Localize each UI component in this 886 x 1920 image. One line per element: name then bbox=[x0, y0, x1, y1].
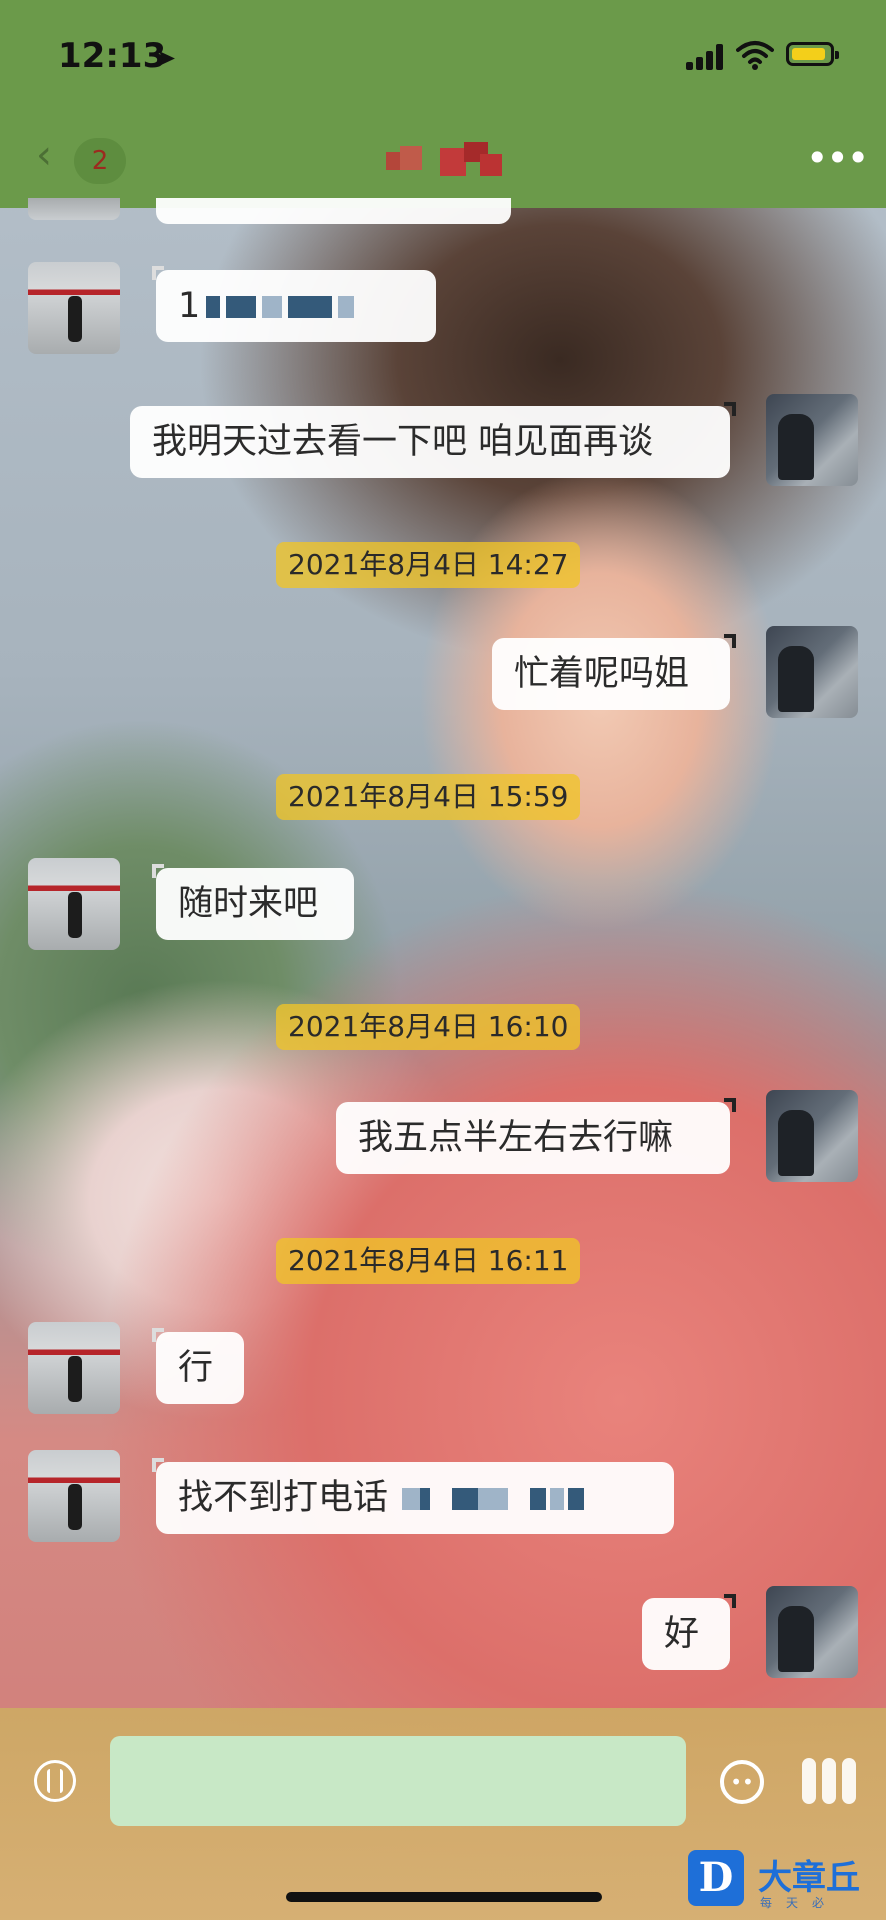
wifi-icon bbox=[736, 41, 774, 70]
contact-name-redacted bbox=[380, 142, 520, 178]
redaction-mask bbox=[288, 296, 333, 318]
redaction-mask bbox=[420, 1488, 431, 1510]
redaction-mask bbox=[452, 1488, 479, 1510]
avatar[interactable] bbox=[766, 394, 858, 486]
unread-count-badge[interactable]: 2 bbox=[74, 138, 126, 184]
message-bubble[interactable]: 随时来吧 bbox=[152, 864, 354, 940]
message-text: 找不到打电话 bbox=[178, 1478, 389, 1518]
avatar[interactable] bbox=[766, 626, 858, 718]
message-input[interactable] bbox=[110, 1736, 686, 1826]
watermark-logo: D bbox=[688, 1850, 744, 1906]
avatar[interactable] bbox=[766, 1090, 858, 1182]
avatar[interactable] bbox=[28, 858, 120, 950]
cellular-signal-icon bbox=[686, 44, 726, 70]
avatar[interactable] bbox=[28, 1322, 120, 1414]
redaction-mask bbox=[402, 1488, 421, 1510]
battery-icon bbox=[786, 42, 839, 66]
avatar[interactable] bbox=[28, 262, 120, 354]
watermark-subtitle: 每天必 bbox=[760, 1896, 839, 1910]
message-bubble[interactable]: 我五点半左右去行嘛 bbox=[336, 1098, 736, 1174]
timestamp: 2021年8月4日 14:27 bbox=[276, 542, 581, 588]
avatar[interactable] bbox=[766, 1586, 858, 1678]
message-list: 1 我明天过去看一下吧 咱见面再谈 2021年8月4日 14:27 忙着呢吗姐 … bbox=[0, 198, 886, 1708]
home-indicator bbox=[286, 1892, 602, 1902]
redaction-mask bbox=[568, 1488, 585, 1510]
plus-icon[interactable] bbox=[800, 1758, 860, 1804]
timestamp: 2021年8月4日 15:59 bbox=[276, 774, 581, 820]
message-bubble[interactable]: 好 bbox=[642, 1594, 736, 1670]
message-bubble[interactable]: 找不到打电话 bbox=[152, 1458, 674, 1534]
message-bubble-partial bbox=[156, 198, 511, 224]
redaction-mask bbox=[206, 296, 221, 318]
message-text: 1 bbox=[178, 286, 201, 326]
status-bar: 12:13 ➤ bbox=[0, 0, 886, 112]
redaction-mask bbox=[226, 296, 257, 318]
redaction-mask bbox=[478, 1488, 509, 1510]
watermark: D 大章丘 每天必 bbox=[688, 1850, 886, 1920]
redaction-mask bbox=[262, 296, 283, 318]
redaction-mask bbox=[530, 1488, 547, 1510]
location-arrow-icon: ➤ bbox=[156, 44, 177, 72]
input-bar: •• D 大章丘 每天必 bbox=[0, 1708, 886, 1920]
message-bubble[interactable]: 我明天过去看一下吧 咱见面再谈 bbox=[130, 402, 736, 478]
message-bubble[interactable]: 忙着呢吗姐 bbox=[492, 634, 736, 710]
clock: 12:13 bbox=[58, 36, 167, 76]
chat-header: ‹ 2 ••• bbox=[0, 112, 886, 208]
timestamp: 2021年8月4日 16:11 bbox=[276, 1238, 581, 1284]
message-bubble[interactable]: 1 bbox=[152, 266, 436, 342]
avatar bbox=[28, 198, 120, 220]
avatar[interactable] bbox=[28, 1450, 120, 1542]
chevron-left-icon[interactable]: ‹ bbox=[36, 132, 52, 178]
redaction-mask bbox=[550, 1488, 565, 1510]
timestamp: 2021年8月4日 16:10 bbox=[276, 1004, 581, 1050]
ellipsis-icon[interactable]: ••• bbox=[806, 136, 869, 180]
emoji-icon[interactable]: •• bbox=[720, 1760, 764, 1804]
watermark-title: 大章丘 bbox=[758, 1858, 860, 1898]
message-bubble[interactable]: 行 bbox=[152, 1328, 244, 1404]
redaction-mask bbox=[338, 296, 355, 318]
voice-icon[interactable] bbox=[34, 1760, 76, 1802]
